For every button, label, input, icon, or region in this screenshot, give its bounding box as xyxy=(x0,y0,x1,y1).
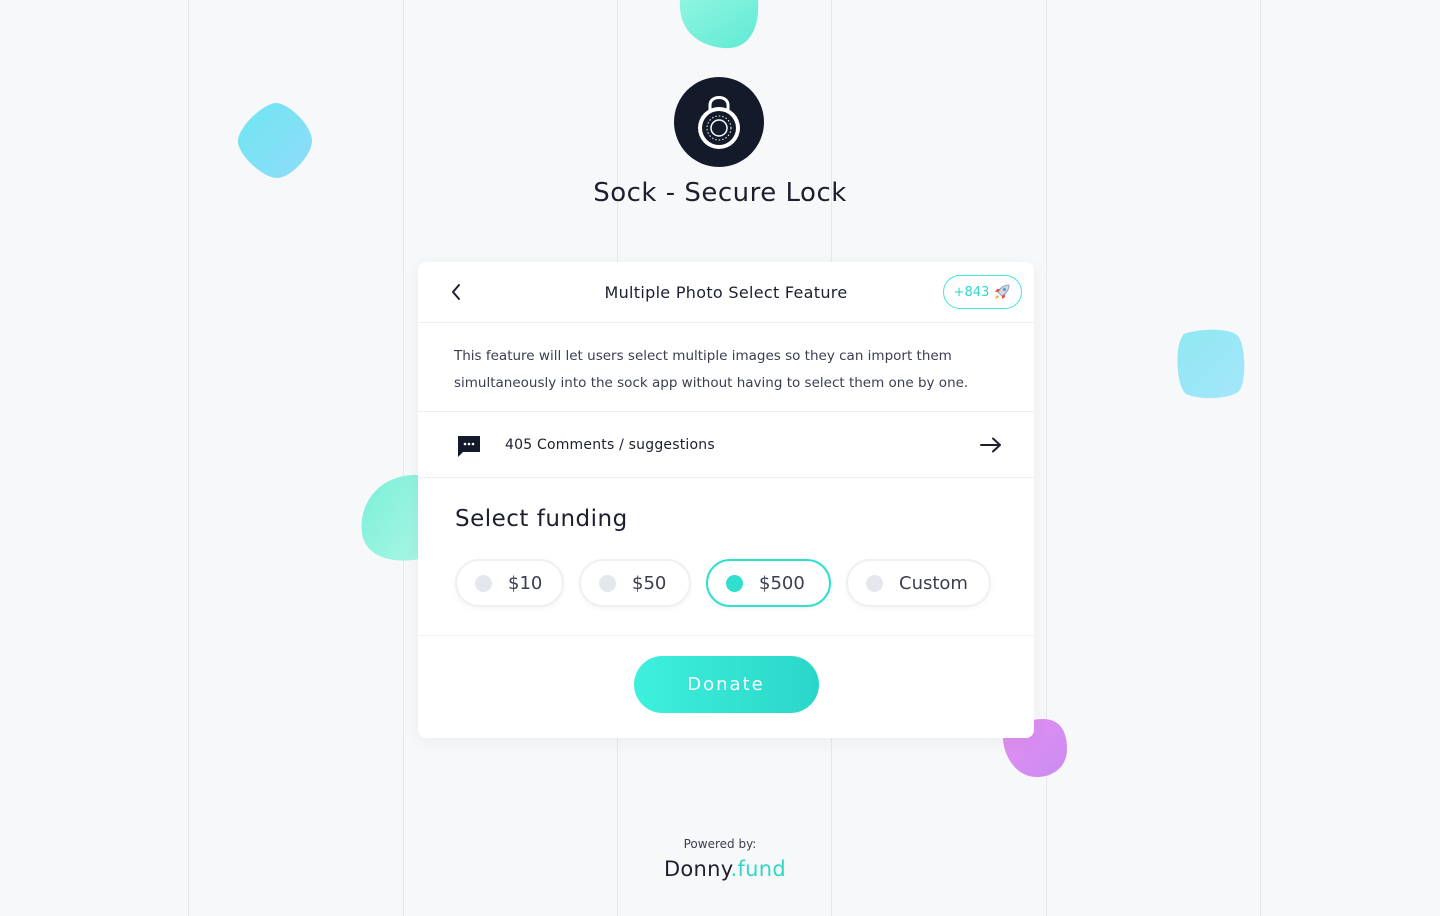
decorative-blob-right xyxy=(1177,329,1245,399)
funding-option-label: $500 xyxy=(759,572,805,594)
funding-section: Select funding $10 $50 $500 Custom xyxy=(418,478,1034,636)
decorative-blob-top xyxy=(679,0,759,49)
votes-count: +843 xyxy=(953,284,990,300)
radio-dot xyxy=(866,574,883,592)
feature-card: Multiple Photo Select Feature +843 This … xyxy=(418,262,1034,738)
brand-link[interactable]: Donny.fund xyxy=(0,857,1440,881)
grid-line xyxy=(1260,0,1261,916)
rocket-icon xyxy=(995,284,1010,299)
decorative-blob-mid xyxy=(361,474,420,561)
radio-dot xyxy=(599,574,616,592)
chevron-left-icon xyxy=(452,284,460,300)
funding-option-custom[interactable]: Custom xyxy=(846,559,991,607)
card-header: Multiple Photo Select Feature +843 xyxy=(418,262,1034,323)
padlock-icon xyxy=(698,96,740,149)
funding-title: Select funding xyxy=(455,506,628,532)
radio-dot xyxy=(475,574,492,592)
funding-option-500[interactable]: $500 xyxy=(706,559,831,607)
grid-line xyxy=(403,0,404,916)
votes-badge[interactable]: +843 xyxy=(943,275,1022,309)
app-logo xyxy=(674,77,764,167)
funding-option-label: $50 xyxy=(632,572,667,594)
arrow-right-icon xyxy=(980,437,1001,453)
brand-name: Donny xyxy=(663,857,731,881)
comment-icon xyxy=(458,436,480,457)
feature-title: Multiple Photo Select Feature xyxy=(604,282,848,302)
feature-description: This feature will let users select multi… xyxy=(418,323,1034,412)
donate-button[interactable]: Donate xyxy=(633,656,819,713)
funding-options: $10 $50 $500 Custom xyxy=(455,559,991,607)
powered-by-label: Powered by: xyxy=(683,837,757,851)
back-button[interactable] xyxy=(444,280,468,304)
funding-option-50[interactable]: $50 xyxy=(579,559,691,607)
comments-label: 405 Comments / suggestions xyxy=(505,436,715,453)
app-title: Sock - Secure Lock xyxy=(593,178,847,208)
comments-link[interactable]: 405 Comments / suggestions xyxy=(418,412,1034,478)
radio-dot xyxy=(726,574,743,592)
donate-area: Donate xyxy=(418,656,1034,713)
decorative-blob-left xyxy=(238,103,312,179)
funding-option-label: Custom xyxy=(899,572,968,594)
grid-line xyxy=(188,0,189,916)
funding-option-label: $10 xyxy=(508,572,543,594)
funding-option-10[interactable]: $10 xyxy=(455,559,564,607)
brand-suffix: .fund xyxy=(730,857,787,881)
